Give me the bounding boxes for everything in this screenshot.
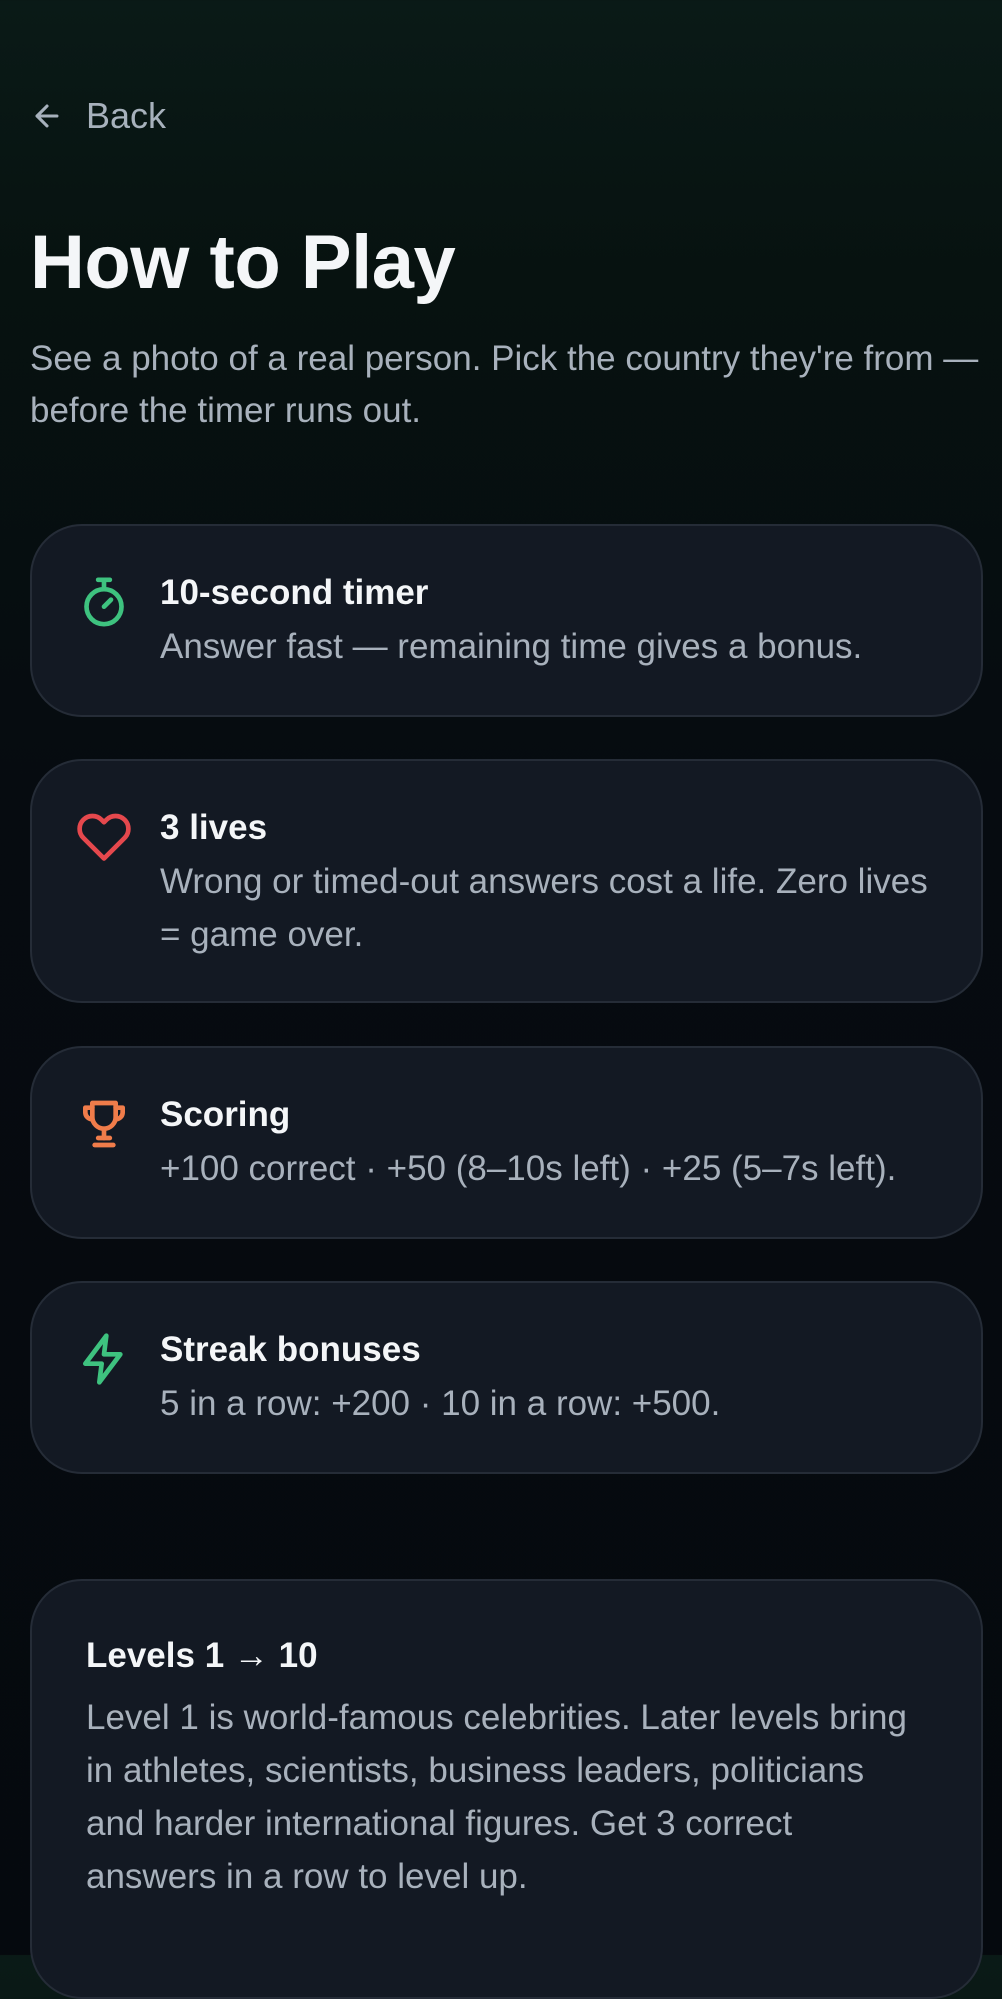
rule-description: +100 correct · +50 (8–10s left) · +25 (5… — [160, 1149, 897, 1188]
levels-description: Level 1 is world-famous celebrities. Lat… — [86, 1698, 907, 1896]
heart-icon — [76, 809, 132, 865]
page-title: How to Play — [30, 220, 456, 305]
rule-title: 3 lives — [160, 808, 268, 847]
rule-description: 5 in a row: +200 · 10 in a row: +500. — [160, 1384, 721, 1423]
rule-title: Scoring — [160, 1095, 291, 1134]
back-button[interactable]: Back — [30, 92, 166, 140]
arrow-left-icon — [30, 99, 64, 133]
rule-description: Answer fast — remaining time gives a bon… — [160, 627, 863, 666]
lightning-icon — [76, 1331, 132, 1387]
levels-title: Levels 1 → 10 — [86, 1636, 318, 1675]
trophy-icon — [76, 1096, 132, 1152]
rule-card-lives: 3 lives Wrong or timed-out answers cost … — [30, 759, 983, 1003]
rule-card-streak: Streak bonuses 5 in a row: +200 · 10 in … — [30, 1281, 983, 1474]
rule-title: Streak bonuses — [160, 1330, 421, 1369]
stopwatch-icon — [76, 574, 132, 630]
rule-title: 10-second timer — [160, 573, 429, 612]
rule-card-scoring: Scoring +100 correct · +50 (8–10s left) … — [30, 1046, 983, 1239]
page-description: See a photo of a real person. Pick the c… — [30, 339, 979, 430]
back-label: Back — [86, 95, 167, 136]
rule-description: Wrong or timed-out answers cost a life. … — [160, 862, 928, 954]
levels-card: Levels 1 → 10 Level 1 is world-famous ce… — [30, 1579, 983, 1999]
rule-card-timer: 10-second timer Answer fast — remaining … — [30, 524, 983, 717]
